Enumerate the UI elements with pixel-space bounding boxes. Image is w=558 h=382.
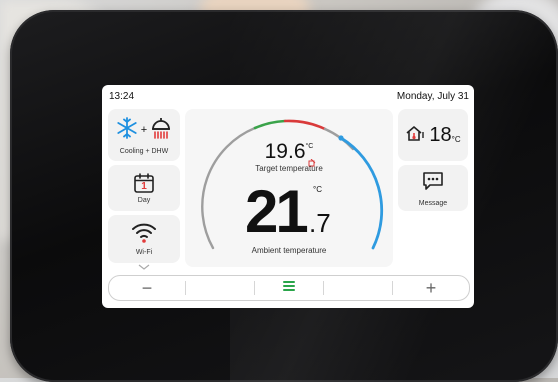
menu-icon: [282, 279, 296, 297]
menu-button[interactable]: [255, 276, 323, 300]
ambient-temperature: 21 .7 °C: [245, 179, 355, 249]
calendar-icon: 1: [133, 172, 155, 194]
ambient-integer: 21: [245, 178, 309, 245]
chevron-down-icon[interactable]: [138, 257, 150, 275]
mode-card[interactable]: + Cooling + DHW: [108, 109, 180, 161]
date: Monday, July 31: [396, 91, 469, 102]
ambient-decimal: .7: [309, 208, 331, 238]
ambient-unit: °C: [313, 185, 322, 194]
mode-label: Cooling + DHW: [119, 147, 169, 155]
target-label: Target temperature: [255, 164, 323, 173]
minus-icon: −: [141, 278, 153, 298]
shower-icon: [149, 116, 173, 145]
target-temperature[interactable]: 19.6°C: [185, 140, 393, 167]
outdoor-temperature-unit: °C: [451, 134, 461, 144]
target-value: 19.6: [264, 140, 306, 163]
clock: 13:24: [109, 91, 135, 102]
home-thermometer-icon: [405, 124, 427, 147]
empty-slot[interactable]: [324, 276, 392, 300]
plus-icon: +: [425, 278, 437, 298]
wifi-label: Wi-Fi: [135, 249, 153, 256]
wifi-icon: [130, 221, 158, 248]
temperature-panel: 19.6°C Target temperature 21 .7 °C Ambie…: [185, 109, 393, 267]
plus-sign: +: [140, 124, 148, 136]
decrease-button[interactable]: −: [109, 276, 185, 300]
message-label: Message: [418, 199, 448, 207]
schedule-label: Day: [137, 197, 151, 204]
outdoor-temperature-value: 18: [429, 123, 452, 146]
calendar-day-number: 1: [141, 181, 147, 192]
outdoor-temperature-card[interactable]: 18 °C: [398, 109, 468, 161]
thermostat-screen: 13:24 Monday, July 31 + Cooling + DHW 1 …: [102, 85, 474, 308]
bottom-control-bar: − +: [108, 275, 470, 301]
message-icon: [421, 170, 445, 197]
wifi-card[interactable]: Wi-Fi: [108, 215, 180, 270]
increase-button[interactable]: +: [393, 276, 469, 300]
target-unit: °C: [305, 143, 314, 150]
schedule-card[interactable]: 1 Day: [108, 165, 180, 211]
empty-slot[interactable]: [186, 276, 254, 300]
ambient-label: Ambient temperature: [251, 246, 327, 255]
message-card[interactable]: Message: [398, 165, 468, 211]
snowflake-icon: [115, 116, 139, 145]
